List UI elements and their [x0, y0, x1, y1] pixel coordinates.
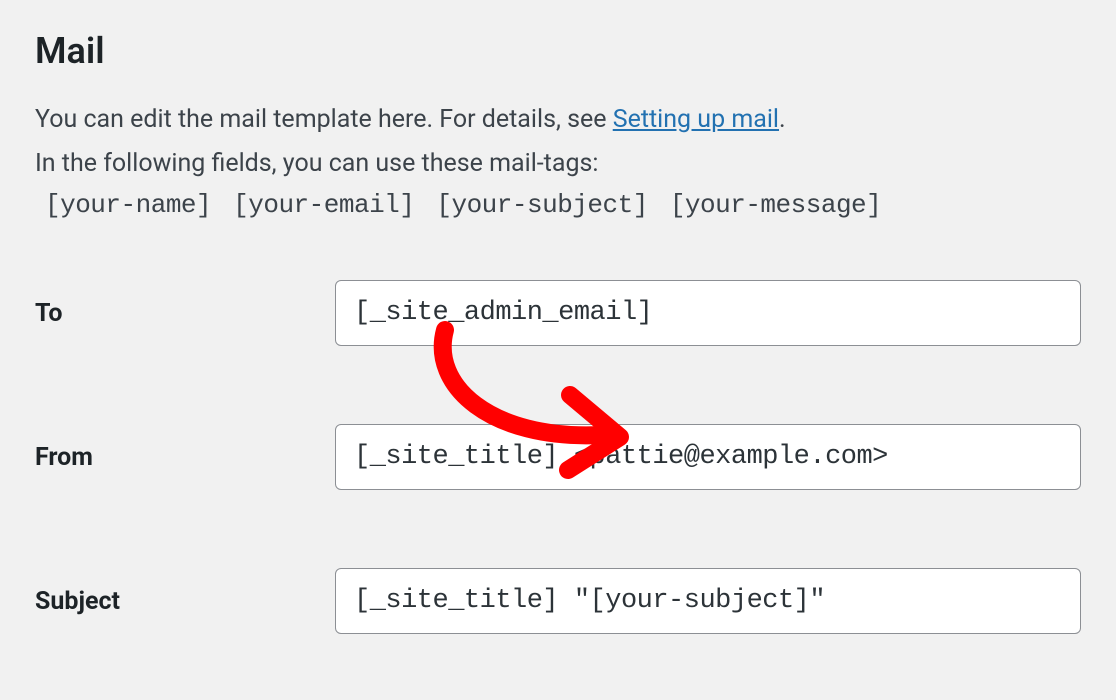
subject-field-row: Subject [35, 568, 1081, 634]
to-label: To [35, 299, 335, 328]
mail-tags-list: [your-name] [your-email] [your-subject] [yo… [35, 190, 1081, 220]
subject-label: Subject [35, 587, 335, 616]
subject-input[interactable] [335, 568, 1081, 634]
mail-tags-description: In the following fields, you can use the… [35, 144, 1081, 184]
description-suffix: . [779, 105, 786, 134]
mail-tag-your-message: [your-message] [670, 190, 881, 220]
description-prefix: You can edit the mail template here. For… [35, 105, 613, 134]
mail-tag-your-subject: [your-subject] [436, 190, 647, 220]
from-field-row: From [35, 424, 1081, 490]
to-field-row: To [35, 280, 1081, 346]
to-input[interactable] [335, 280, 1081, 346]
from-input[interactable] [335, 424, 1081, 490]
mail-tag-your-name: [your-name] [45, 190, 211, 220]
mail-tag-your-email: [your-email] [233, 190, 414, 220]
setting-up-mail-link[interactable]: Setting up mail [613, 105, 779, 134]
from-label: From [35, 443, 335, 472]
mail-description: You can edit the mail template here. For… [35, 100, 1081, 140]
mail-heading: Mail [35, 30, 1081, 72]
